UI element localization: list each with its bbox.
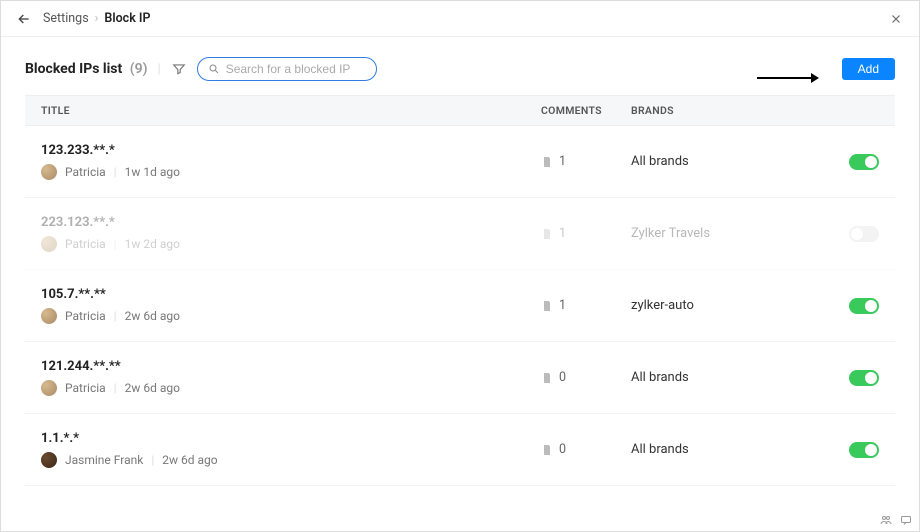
table-body: 123.233.**.* Patricia | 1w 1d ago 1 All …: [25, 126, 895, 486]
column-header-comments: COMMENTS: [541, 104, 631, 117]
topbar: Settings › Block IP: [1, 1, 919, 37]
table-row[interactable]: 121.244.**.** Patricia | 2w 6d ago 0 All…: [25, 342, 895, 414]
comment-count: 1: [559, 226, 566, 241]
column-header-brands: BRANDS: [631, 104, 791, 117]
page-title-count: (9): [130, 61, 148, 77]
timestamp: 1w 2d ago: [125, 237, 180, 251]
timestamp: 2w 6d ago: [125, 309, 180, 323]
cell-title: 121.244.**.** Patricia | 2w 6d ago: [41, 359, 541, 396]
document-icon: [541, 155, 553, 169]
avatar: [41, 380, 57, 396]
chat-icon[interactable]: [899, 513, 913, 527]
avatar: [41, 236, 57, 252]
document-icon: [541, 371, 553, 385]
divider: |: [158, 62, 161, 77]
ip-address: 223.123.**.*: [41, 215, 541, 230]
ip-address: 105.7.**.**: [41, 287, 541, 302]
cell-toggle: [791, 370, 879, 386]
search-icon: [208, 63, 220, 75]
page-title-text: Blocked IPs list: [25, 61, 122, 77]
close-icon[interactable]: [887, 10, 905, 28]
timestamp: 1w 1d ago: [125, 165, 180, 179]
page-title: Blocked IPs list (9): [25, 61, 148, 77]
breadcrumb: Settings › Block IP: [43, 11, 151, 26]
annotation-arrow: [757, 77, 817, 79]
filter-icon[interactable]: [171, 61, 187, 77]
breadcrumb-current: Block IP: [104, 11, 150, 26]
row-meta: Jasmine Frank | 2w 6d ago: [41, 452, 541, 468]
cell-brands: All brands: [631, 370, 791, 385]
avatar: [41, 308, 57, 324]
content-area: Blocked IPs list (9) | Add TITLE COMMENT…: [1, 37, 919, 486]
cell-comments: 1: [541, 298, 631, 313]
cell-brands: All brands: [631, 442, 791, 457]
avatar: [41, 452, 57, 468]
cell-title: 1.1.*.* Jasmine Frank | 2w 6d ago: [41, 431, 541, 468]
document-icon: [541, 227, 553, 241]
cell-toggle: [791, 226, 879, 242]
cell-toggle: [791, 442, 879, 458]
document-icon: [541, 443, 553, 457]
cell-title: 123.233.**.* Patricia | 1w 1d ago: [41, 143, 541, 180]
enable-toggle[interactable]: [849, 154, 879, 170]
cell-brands: zylker-auto: [631, 298, 791, 313]
row-meta: Patricia | 1w 1d ago: [41, 164, 541, 180]
people-icon[interactable]: [879, 513, 893, 527]
add-button[interactable]: Add: [842, 58, 895, 80]
cell-title: 223.123.**.* Patricia | 1w 2d ago: [41, 215, 541, 252]
timestamp: 2w 6d ago: [125, 381, 180, 395]
timestamp: 2w 6d ago: [162, 453, 217, 467]
comment-count: 1: [559, 298, 566, 313]
ip-address: 1.1.*.*: [41, 431, 541, 446]
ip-address: 121.244.**.**: [41, 359, 541, 374]
search-input[interactable]: [226, 62, 366, 76]
avatar: [41, 164, 57, 180]
row-meta: Patricia | 2w 6d ago: [41, 308, 541, 324]
breadcrumb-settings[interactable]: Settings: [43, 11, 89, 26]
footer-icons: [879, 513, 913, 527]
ip-address: 123.233.**.*: [41, 143, 541, 158]
author-name: Patricia: [65, 165, 106, 179]
divider: |: [114, 165, 117, 179]
cell-toggle: [791, 298, 879, 314]
table-row[interactable]: 223.123.**.* Patricia | 1w 2d ago 1 Zylk…: [25, 198, 895, 270]
row-meta: Patricia | 2w 6d ago: [41, 380, 541, 396]
cell-comments: 0: [541, 370, 631, 385]
cell-toggle: [791, 154, 879, 170]
document-icon: [541, 299, 553, 313]
back-arrow-icon[interactable]: [15, 10, 33, 28]
table-header: TITLE COMMENTS BRANDS: [25, 95, 895, 126]
cell-brands: All brands: [631, 154, 791, 169]
author-name: Patricia: [65, 309, 106, 323]
column-header-title: TITLE: [41, 104, 541, 117]
table-row[interactable]: 123.233.**.* Patricia | 1w 1d ago 1 All …: [25, 126, 895, 198]
cell-brands: Zylker Travels: [631, 226, 791, 241]
enable-toggle[interactable]: [849, 370, 879, 386]
cell-comments: 0: [541, 442, 631, 457]
author-name: Patricia: [65, 237, 106, 251]
author-name: Jasmine Frank: [65, 453, 143, 467]
table-row[interactable]: 105.7.**.** Patricia | 2w 6d ago 1 zylke…: [25, 270, 895, 342]
table-row[interactable]: 1.1.*.* Jasmine Frank | 2w 6d ago 0 All …: [25, 414, 895, 486]
divider: |: [151, 453, 154, 467]
comment-count: 1: [559, 154, 566, 169]
search-field[interactable]: [197, 57, 377, 81]
author-name: Patricia: [65, 381, 106, 395]
enable-toggle[interactable]: [849, 442, 879, 458]
enable-toggle[interactable]: [849, 298, 879, 314]
comment-count: 0: [559, 370, 566, 385]
enable-toggle[interactable]: [849, 226, 879, 242]
cell-title: 105.7.**.** Patricia | 2w 6d ago: [41, 287, 541, 324]
comment-count: 0: [559, 442, 566, 457]
divider: |: [114, 381, 117, 395]
divider: |: [114, 309, 117, 323]
divider: |: [114, 237, 117, 251]
cell-comments: 1: [541, 154, 631, 169]
row-meta: Patricia | 1w 2d ago: [41, 236, 541, 252]
cell-comments: 1: [541, 226, 631, 241]
chevron-right-icon: ›: [95, 11, 99, 26]
